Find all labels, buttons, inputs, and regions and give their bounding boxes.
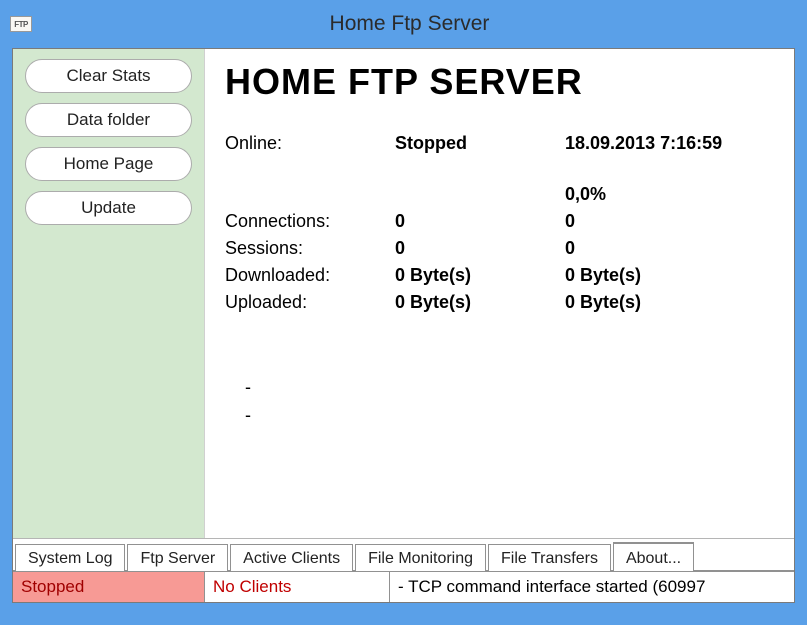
online-label: Online: [225,133,395,154]
sessions-label: Sessions: [225,238,395,259]
sidebar: Clear Stats Data folder Home Page Update [13,49,205,538]
uploaded-label: Uploaded: [225,292,395,313]
dash-lines: - - [225,373,784,429]
window-title: Home Ftp Server [12,12,807,36]
home-page-button[interactable]: Home Page [25,147,192,181]
downloaded-label: Downloaded: [225,265,395,286]
sessions-value: 0 [395,238,565,259]
titlebar: FTP Home Ftp Server [0,0,807,48]
status-log-message: - TCP command interface started (60997 [390,571,794,602]
downloaded-right: 0 Byte(s) [565,265,784,286]
connections-value: 0 [395,211,565,232]
page-title: HOME FTP SERVER [225,61,784,103]
downloaded-value: 0 Byte(s) [395,265,565,286]
dash-line-2: - [245,401,784,429]
data-folder-button[interactable]: Data folder [25,103,192,137]
tab-ftp-server[interactable]: Ftp Server [127,544,228,571]
uploaded-value: 0 Byte(s) [395,292,565,313]
tabs-row: System Log Ftp Server Active Clients Fil… [13,538,794,570]
uploaded-right: 0 Byte(s) [565,292,784,313]
percent-value: 0,0% [565,184,784,205]
main-panel: HOME FTP SERVER Online: Stopped 18.09.20… [205,49,794,538]
tab-file-monitoring[interactable]: File Monitoring [355,544,486,571]
status-bar: Stopped No Clients - TCP command interfa… [13,570,794,602]
tab-about[interactable]: About... [613,542,694,571]
sessions-right: 0 [565,238,784,259]
update-button[interactable]: Update [25,191,192,225]
connections-right: 0 [565,211,784,232]
dash-line-1: - [245,373,784,401]
status-clients: No Clients [205,571,390,602]
connections-label: Connections: [225,211,395,232]
window-body: Clear Stats Data folder Home Page Update… [12,48,795,603]
stats-grid: Online: Stopped 18.09.2013 7:16:59 0,0% … [225,133,784,313]
clear-stats-button[interactable]: Clear Stats [25,59,192,93]
online-value: Stopped [395,133,565,154]
tab-file-transfers[interactable]: File Transfers [488,544,611,571]
tab-system-log[interactable]: System Log [15,544,125,571]
status-server-state: Stopped [13,571,205,602]
online-timestamp: 18.09.2013 7:16:59 [565,133,784,154]
content-row: Clear Stats Data folder Home Page Update… [13,49,794,538]
tab-active-clients[interactable]: Active Clients [230,544,353,571]
